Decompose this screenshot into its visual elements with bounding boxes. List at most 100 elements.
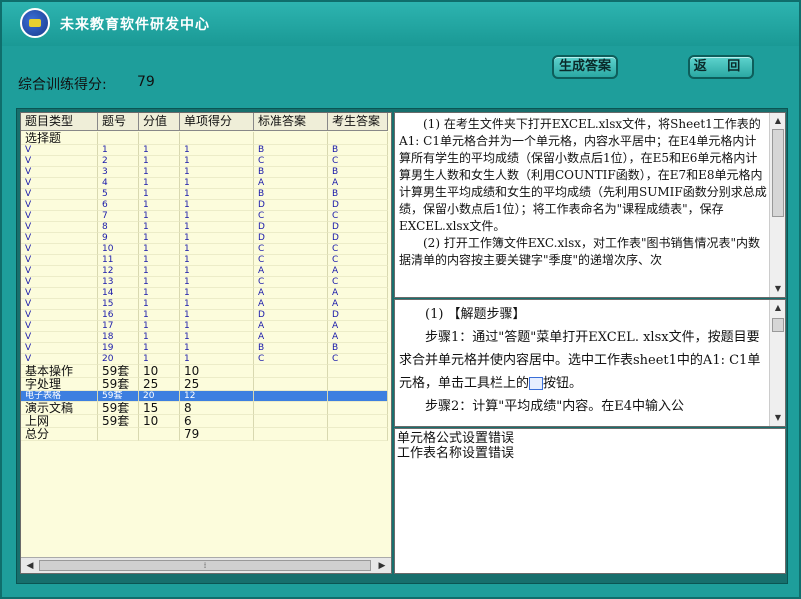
table-row[interactable]: V 16 1 1 D D <box>21 310 391 321</box>
table-cell: 1 <box>139 343 180 354</box>
question-scrollbar[interactable]: ▲ ▼ <box>769 113 785 297</box>
column-header[interactable]: 题目类型 <box>21 113 98 131</box>
table-cell: 19 <box>98 343 139 354</box>
table-cell: B <box>254 145 328 156</box>
table-cell: A <box>328 178 388 189</box>
table-cell: 电子表格 <box>21 391 98 402</box>
table-cell: D <box>254 200 328 211</box>
table-cell: 59套 <box>98 415 139 428</box>
table-row[interactable]: V 13 1 1 C C <box>21 277 391 288</box>
table-row[interactable]: V 20 1 1 C C <box>21 354 391 365</box>
table-cell: 10 <box>98 244 139 255</box>
table-row[interactable]: V 14 1 1 A A <box>21 288 391 299</box>
table-cell: 1 <box>180 189 254 200</box>
table-cell: 1 <box>180 244 254 255</box>
scroll-thumb[interactable] <box>772 129 784 217</box>
table-row[interactable]: V111BB <box>21 145 391 156</box>
table-row[interactable]: V411AA <box>21 178 391 189</box>
table-cell: V <box>21 222 98 233</box>
scroll-thumb[interactable]: ⁞ <box>39 560 371 571</box>
table-row[interactable]: V311BB <box>21 167 391 178</box>
merge-center-icon <box>529 377 544 390</box>
table-row[interactable]: V511BB <box>21 189 391 200</box>
table-row[interactable]: 上网 59套 10 6 <box>21 415 391 428</box>
table-cell: C <box>254 277 328 288</box>
table-cell <box>328 402 388 415</box>
error-item: 单元格公式设置错误 <box>397 431 515 446</box>
scroll-right-icon[interactable]: ▶ <box>375 559 389 573</box>
table-row[interactable]: 演示文稿 59套 15 8 <box>21 402 391 415</box>
table-row[interactable]: V 18 1 1 A A <box>21 332 391 343</box>
table-cell: B <box>328 167 388 178</box>
table-row[interactable]: V911DD <box>21 233 391 244</box>
scroll-down-icon[interactable]: ▼ <box>772 412 784 424</box>
table-row[interactable]: V 15 1 1 A A <box>21 299 391 310</box>
table-cell: C <box>254 354 328 365</box>
table-row[interactable]: 总分 79 <box>21 428 391 441</box>
table-cell: 25 <box>139 378 180 391</box>
error-pane[interactable]: 单元格公式设置错误 工作表名称设置错误 <box>394 428 786 574</box>
table-cell: 1 <box>180 321 254 332</box>
table-cell <box>180 132 254 145</box>
table-cell: D <box>254 233 328 244</box>
table-cell: A <box>328 299 388 310</box>
column-header[interactable]: 分值 <box>139 113 180 131</box>
table-cell: 1 <box>180 233 254 244</box>
table-row[interactable]: V211CC <box>21 156 391 167</box>
table-row[interactable]: V611DD <box>21 200 391 211</box>
table-cell <box>328 365 388 378</box>
table-cell: B <box>328 145 388 156</box>
table-row[interactable]: V 17 1 1 A A <box>21 321 391 332</box>
table-row[interactable]: 字处理 59套 25 25 <box>21 378 391 391</box>
generate-answer-button[interactable]: 生成答案 <box>552 55 618 79</box>
score-grid[interactable]: 题目类型 题号 分值 单项得分 标准答案 考生答案 选择题 V 1 1 1 B B V 2 1 1 C C V 3 1 1… <box>20 112 392 574</box>
table-cell: B <box>254 167 328 178</box>
scroll-up-icon[interactable]: ▲ <box>772 115 784 127</box>
table-cell: 1 <box>139 354 180 365</box>
table-row[interactable]: V711CC <box>21 211 391 222</box>
table-cell: 9 <box>98 233 139 244</box>
column-header[interactable]: 单项得分 <box>180 113 254 131</box>
scroll-thumb[interactable] <box>772 318 784 332</box>
table-cell: 12 <box>98 266 139 277</box>
table-cell: V <box>21 277 98 288</box>
return-button[interactable]: 返 回 <box>688 55 754 79</box>
table-row[interactable]: V 19 1 1 B B <box>21 343 391 354</box>
column-header[interactable]: 标准答案 <box>254 113 328 131</box>
answer-step-1: 步骤1：通过"答题"菜单打开EXCEL. xlsx文件，按题目要求合并单元格并使… <box>399 326 767 395</box>
table-row[interactable]: V811DD <box>21 222 391 233</box>
table-row[interactable]: 选择题 <box>21 132 391 145</box>
table-cell: V <box>21 211 98 222</box>
column-header[interactable]: 题号 <box>98 113 139 131</box>
error-list: 单元格公式设置错误 工作表名称设置错误 <box>397 431 514 461</box>
table-cell: 1 <box>139 310 180 321</box>
table-cell: 2 <box>98 156 139 167</box>
table-cell: 6 <box>98 200 139 211</box>
answer-pane[interactable]: (1) 【解题步骤】 步骤1：通过"答题"菜单打开EXCEL. xlsx文件，按… <box>394 299 786 427</box>
column-header[interactable]: 考生答案 <box>328 113 388 131</box>
horizontal-scrollbar[interactable]: ◀ ⁞ ▶ <box>21 557 391 573</box>
table-cell: D <box>328 222 388 233</box>
table-cell: V <box>21 255 98 266</box>
table-cell: V <box>21 266 98 277</box>
table-cell: 1 <box>139 288 180 299</box>
table-cell: 1 <box>180 288 254 299</box>
table-cell: A <box>254 321 328 332</box>
table-cell: 1 <box>98 145 139 156</box>
table-row[interactable]: 基本操作 59套 10 10 <box>21 365 391 378</box>
table-cell: 59套 <box>98 378 139 391</box>
scroll-up-icon[interactable]: ▲ <box>772 302 784 314</box>
table-cell: 17 <box>98 321 139 332</box>
table-cell: 1 <box>180 211 254 222</box>
question-pane[interactable]: (1) 在考生文件夹下打开EXCEL.xlsx文件，将Sheet1工作表的A1:… <box>394 112 786 298</box>
scroll-left-icon[interactable]: ◀ <box>23 559 37 573</box>
score-label: 综合训练得分: <box>18 77 107 93</box>
table-cell: 15 <box>139 402 180 415</box>
table-row[interactable]: V 12 1 1 A A <box>21 266 391 277</box>
answer-scrollbar[interactable]: ▲ ▼ <box>769 300 785 426</box>
scroll-down-icon[interactable]: ▼ <box>772 283 784 295</box>
table-row[interactable]: V 11 1 1 C C <box>21 255 391 266</box>
table-cell: 10 <box>139 415 180 428</box>
table-row[interactable]: V 10 1 1 C C <box>21 244 391 255</box>
table-row[interactable]: 电子表格 59套 20 12 <box>21 391 391 402</box>
